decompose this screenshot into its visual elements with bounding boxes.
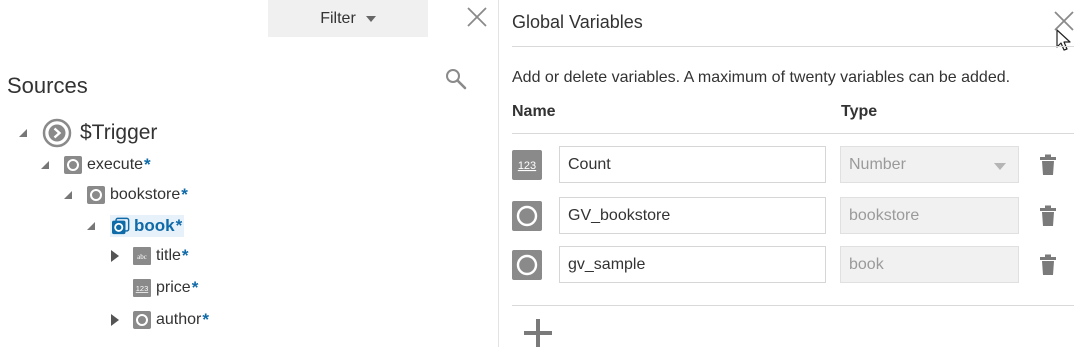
variable-type-field: bookstore xyxy=(840,197,1019,234)
chevron-down-icon xyxy=(365,15,376,22)
column-header-type: Type xyxy=(841,103,878,120)
variable-type-select: Number xyxy=(840,146,1019,183)
variable-type-field: book xyxy=(840,246,1019,283)
required-marker: * xyxy=(191,278,199,297)
tree-node-trigger[interactable]: $Trigger xyxy=(16,118,157,148)
tree-node-label: price xyxy=(156,279,191,296)
number-type-icon: 123 xyxy=(133,279,151,297)
mapper-source-panel: Filter Sources $Trigger execute * bookst… xyxy=(0,0,498,347)
collapse-toggle[interactable] xyxy=(61,188,75,202)
collapse-toggle[interactable] xyxy=(38,158,52,172)
tree-node-price[interactable]: 123 price * xyxy=(133,278,198,298)
close-icon[interactable] xyxy=(465,5,489,29)
trash-icon[interactable] xyxy=(1039,154,1057,176)
variable-row: 123 Number xyxy=(499,146,1084,186)
table-footer-divider xyxy=(512,305,1074,306)
variable-row: bookstore xyxy=(499,197,1084,237)
string-type-icon: abc xyxy=(133,247,151,265)
tree-node-title[interactable]: abc title * xyxy=(108,246,189,266)
filter-button[interactable]: Filter xyxy=(268,0,428,37)
tree-node-book[interactable]: book * xyxy=(84,215,185,237)
table-header-divider xyxy=(512,133,1074,134)
column-header-name: Name xyxy=(512,103,556,120)
tree-node-author[interactable]: author * xyxy=(108,310,209,330)
panel-title: Global Variables xyxy=(512,12,643,32)
tree-node-execute[interactable]: execute * xyxy=(38,155,151,175)
object-icon xyxy=(87,186,105,204)
selected-highlight: book * xyxy=(110,215,185,237)
add-icon[interactable] xyxy=(523,318,553,347)
trigger-icon xyxy=(42,118,72,148)
search-icon[interactable] xyxy=(445,68,467,90)
number-type-icon: 123 xyxy=(512,150,542,180)
variable-name-input[interactable] xyxy=(559,197,826,234)
tree-node-label: bookstore xyxy=(110,186,181,203)
collapse-toggle[interactable] xyxy=(16,126,30,140)
panel-description: Add or delete variables. A maximum of tw… xyxy=(512,69,1011,86)
chevron-down-icon xyxy=(994,163,1006,170)
required-marker: * xyxy=(181,246,189,265)
tree-node-bookstore[interactable]: bookstore * xyxy=(61,185,188,205)
expand-toggle[interactable] xyxy=(108,249,122,263)
expand-toggle[interactable] xyxy=(108,313,122,327)
variable-type-value: bookstore xyxy=(849,206,920,224)
object-icon xyxy=(133,311,151,329)
tree-node-label: title xyxy=(156,247,181,264)
tree-node-label: author xyxy=(156,311,202,328)
sources-title: Sources xyxy=(7,73,88,98)
global-variables-panel: Global Variables Add or delete variables… xyxy=(499,0,1084,347)
tree-node-label: $Trigger xyxy=(80,121,158,144)
repeating-object-icon xyxy=(112,217,130,235)
header-divider xyxy=(512,46,1074,47)
tree-node-label: execute xyxy=(87,156,144,173)
trash-icon[interactable] xyxy=(1039,254,1057,276)
object-type-icon xyxy=(512,201,542,231)
required-marker: * xyxy=(175,216,183,235)
variable-name-input[interactable] xyxy=(559,246,826,283)
trash-icon[interactable] xyxy=(1039,205,1057,227)
filter-button-label: Filter xyxy=(320,9,356,27)
variable-row: book xyxy=(499,246,1084,286)
variable-name-input[interactable] xyxy=(559,146,826,183)
required-marker: * xyxy=(144,155,151,174)
abc-badge-text: abc xyxy=(137,253,147,261)
tree-node-label: book xyxy=(134,216,175,235)
num-badge-text: 123 xyxy=(136,284,149,293)
object-icon xyxy=(64,156,82,174)
variable-type-value: book xyxy=(849,255,884,273)
object-type-icon xyxy=(512,250,542,280)
type-icon-text: 123 xyxy=(518,160,536,172)
variable-type-value: Number xyxy=(849,155,906,173)
mouse-cursor-icon xyxy=(1056,29,1071,51)
collapse-toggle[interactable] xyxy=(84,219,98,233)
required-marker: * xyxy=(181,185,188,204)
required-marker: * xyxy=(202,310,209,329)
